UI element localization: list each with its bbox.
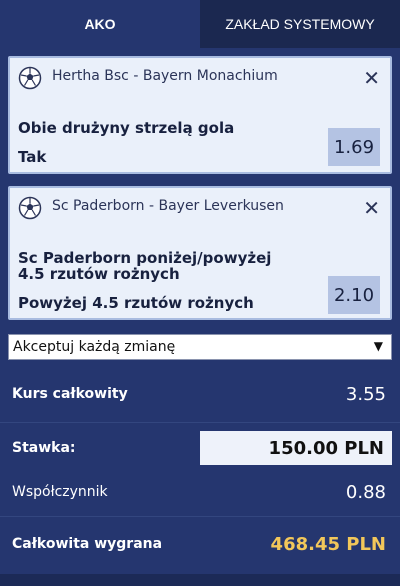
market-name-line2: 4.5 rzutów rożnych bbox=[18, 265, 180, 283]
match-name: Sc Paderborn - Bayer Leverkusen bbox=[52, 198, 284, 214]
odds-change-select-value: Akceptuj każdą zmianę bbox=[13, 339, 176, 355]
football-icon bbox=[18, 196, 42, 220]
match-name: Hertha Bsc - Bayern Monachium bbox=[52, 68, 278, 84]
divider bbox=[0, 422, 400, 423]
tab-system-bet[interactable]: ZAKŁAD SYSTEMOWY bbox=[200, 0, 400, 48]
total-odds-row: Kurs całkowity 3.55 bbox=[0, 380, 400, 408]
stake-label: Stawka: bbox=[12, 440, 76, 456]
dropdown-arrow-icon: ▼ bbox=[373, 339, 383, 353]
coefficient-row: Współczynnik 0.88 bbox=[0, 478, 400, 506]
coefficient-label: Współczynnik bbox=[12, 484, 108, 500]
selection-name: Powyżej 4.5 rzutów rożnych bbox=[18, 294, 254, 312]
football-icon bbox=[18, 66, 42, 90]
close-icon[interactable]: ✕ bbox=[363, 196, 380, 220]
odds-value: 2.10 bbox=[328, 276, 380, 314]
bet-slip-item: Sc Paderborn - Bayer Leverkusen ✕ Sc Pad… bbox=[8, 186, 392, 320]
total-win-label: Całkowita wygrana bbox=[12, 536, 163, 552]
odds-value: 1.69 bbox=[328, 128, 380, 166]
stake-input[interactable]: 150.00 PLN bbox=[200, 431, 392, 465]
total-odds-label: Kurs całkowity bbox=[12, 386, 128, 402]
bet-type-tabs: AKO ZAKŁAD SYSTEMOWY bbox=[0, 0, 400, 48]
bottom-strip bbox=[0, 574, 400, 586]
selection-name: Tak bbox=[18, 148, 47, 166]
close-icon[interactable]: ✕ bbox=[363, 66, 380, 90]
tab-ako[interactable]: AKO bbox=[0, 0, 200, 48]
bet-slip-item: Hertha Bsc - Bayern Monachium ✕ Obie dru… bbox=[8, 56, 392, 174]
total-win-row: Całkowita wygrana 468.45 PLN bbox=[0, 530, 400, 558]
divider bbox=[0, 516, 400, 517]
total-odds-value: 3.55 bbox=[345, 383, 386, 405]
odds-change-select[interactable]: Akceptuj każdą zmianę ▼ bbox=[8, 334, 392, 360]
market-name: Obie drużyny strzelą gola bbox=[18, 119, 235, 137]
coefficient-value: 0.88 bbox=[345, 481, 386, 503]
total-win-value: 468.45 PLN bbox=[270, 533, 386, 555]
